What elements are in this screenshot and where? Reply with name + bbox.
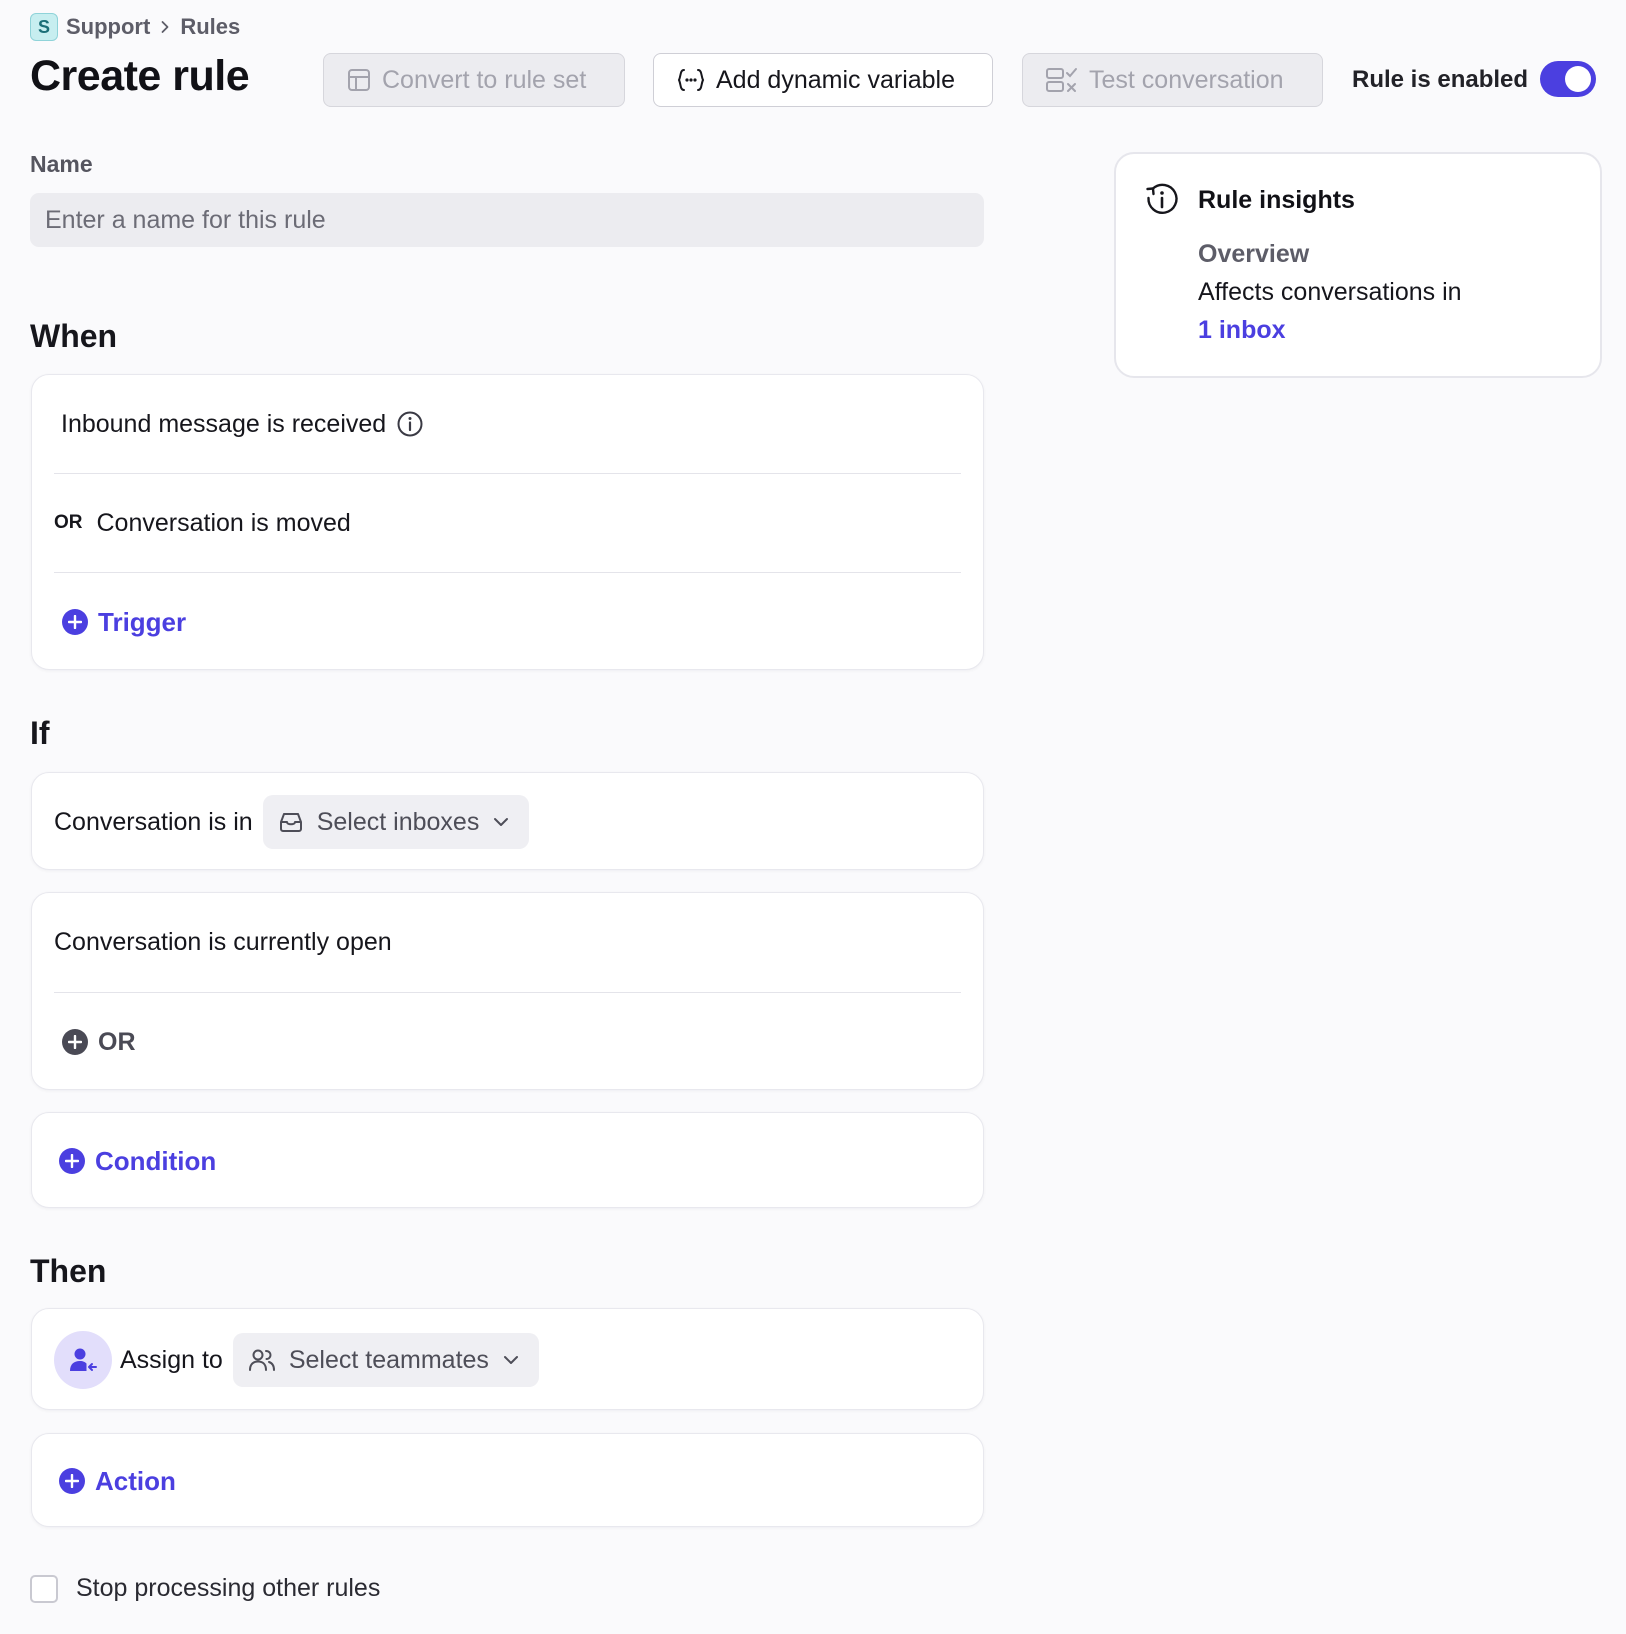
plus-icon: [59, 1468, 85, 1494]
trigger-label: Conversation is moved: [96, 508, 351, 537]
rule-enabled-label: Rule is enabled: [1352, 66, 1529, 93]
assign-action-card: Assign to Select teammates: [31, 1308, 984, 1410]
table-icon: [348, 69, 370, 91]
select-inboxes-label: Select inboxes: [316, 807, 480, 836]
history-info-icon: [1146, 183, 1178, 214]
test-checklist-icon: [1046, 68, 1077, 92]
assign-action-row: Assign to Select teammates: [54, 1309, 961, 1411]
add-action-label: Action: [95, 1465, 176, 1496]
test-button-label: Test conversation: [1089, 65, 1284, 94]
rule-insights-panel: Rule insights Overview Affects conversat…: [1114, 152, 1602, 378]
dynamic-button-label: Add dynamic variable: [716, 65, 956, 94]
trigger-item[interactable]: OR Conversation is moved: [54, 474, 961, 572]
workspace-badge[interactable]: S: [30, 13, 58, 41]
select-teammates-label: Select teammates: [288, 1345, 489, 1374]
plus-icon: [62, 609, 88, 635]
add-trigger-label: Trigger: [98, 606, 187, 637]
add-condition-card: Condition: [31, 1112, 984, 1208]
chevron-down-icon: [494, 818, 509, 826]
condition-label: Conversation is currently open: [54, 928, 392, 956]
when-section-title: When: [30, 318, 118, 354]
add-condition-label: Condition: [95, 1145, 217, 1176]
insights-inbox-link[interactable]: 1 inbox: [1198, 316, 1286, 345]
inbox-condition-card: Conversation is in Select inboxes: [31, 772, 984, 870]
info-icon[interactable]: [396, 410, 424, 438]
toggle-knob: [1565, 66, 1591, 92]
chevron-down-icon: [503, 1356, 518, 1364]
status-condition-card: Conversation is currently open OR: [31, 892, 984, 1090]
rule-name-input[interactable]: [30, 193, 984, 247]
name-label: Name: [30, 151, 93, 177]
add-or-condition-button[interactable]: OR: [54, 993, 961, 1091]
stop-processing-label[interactable]: Stop processing other rules: [76, 1574, 380, 1603]
insights-text: Affects conversations in: [1198, 278, 1462, 306]
inbox-icon: [279, 813, 302, 832]
then-section-title: Then: [30, 1253, 107, 1289]
breadcrumb-page[interactable]: Rules: [180, 14, 240, 40]
rule-enabled-toggle[interactable]: [1540, 61, 1596, 97]
stop-processing-option: Stop processing other rules: [30, 1574, 380, 1603]
trigger-item[interactable]: Inbound message is received: [54, 375, 961, 473]
plus-icon: [59, 1148, 85, 1174]
stop-processing-checkbox[interactable]: [30, 1574, 58, 1603]
insights-subtitle: Overview: [1198, 240, 1310, 268]
variable-braces-icon: [677, 69, 705, 91]
insights-title: Rule insights: [1198, 186, 1355, 214]
inbox-condition-row: Conversation is in Select inboxes: [54, 773, 961, 871]
chevron-right-icon: [161, 21, 169, 33]
add-or-label: OR: [98, 1027, 136, 1056]
select-inboxes-dropdown[interactable]: Select inboxes: [262, 795, 530, 849]
if-section-title: If: [30, 715, 50, 751]
breadcrumb-workspace[interactable]: Support: [66, 14, 150, 40]
convert-button-label: Convert to rule set: [382, 65, 587, 94]
trigger-label: Inbound message is received: [61, 409, 387, 438]
convert-to-rule-set-button[interactable]: Convert to rule set: [323, 53, 625, 107]
add-condition-button[interactable]: Condition: [54, 1113, 961, 1209]
or-tag: OR: [54, 512, 83, 533]
condition-item[interactable]: Conversation is currently open: [54, 893, 961, 992]
breadcrumb: S Support Rules: [30, 13, 240, 41]
plus-icon: [62, 1029, 88, 1055]
add-action-button[interactable]: Action: [54, 1434, 961, 1528]
assign-user-icon: [54, 1331, 112, 1389]
select-teammates-dropdown[interactable]: Select teammates: [232, 1333, 539, 1387]
add-dynamic-variable-button[interactable]: Add dynamic variable: [653, 53, 993, 107]
assign-label: Assign to: [120, 1345, 223, 1374]
condition-label: Conversation is in: [54, 807, 253, 836]
page-title: Create rule: [30, 52, 250, 100]
test-conversation-button[interactable]: Test conversation: [1022, 53, 1323, 107]
when-card: Inbound message is received OR Conversat…: [31, 374, 984, 670]
add-action-card: Action: [31, 1433, 984, 1527]
teammates-icon: [248, 1349, 275, 1371]
add-trigger-button[interactable]: Trigger: [54, 573, 961, 671]
